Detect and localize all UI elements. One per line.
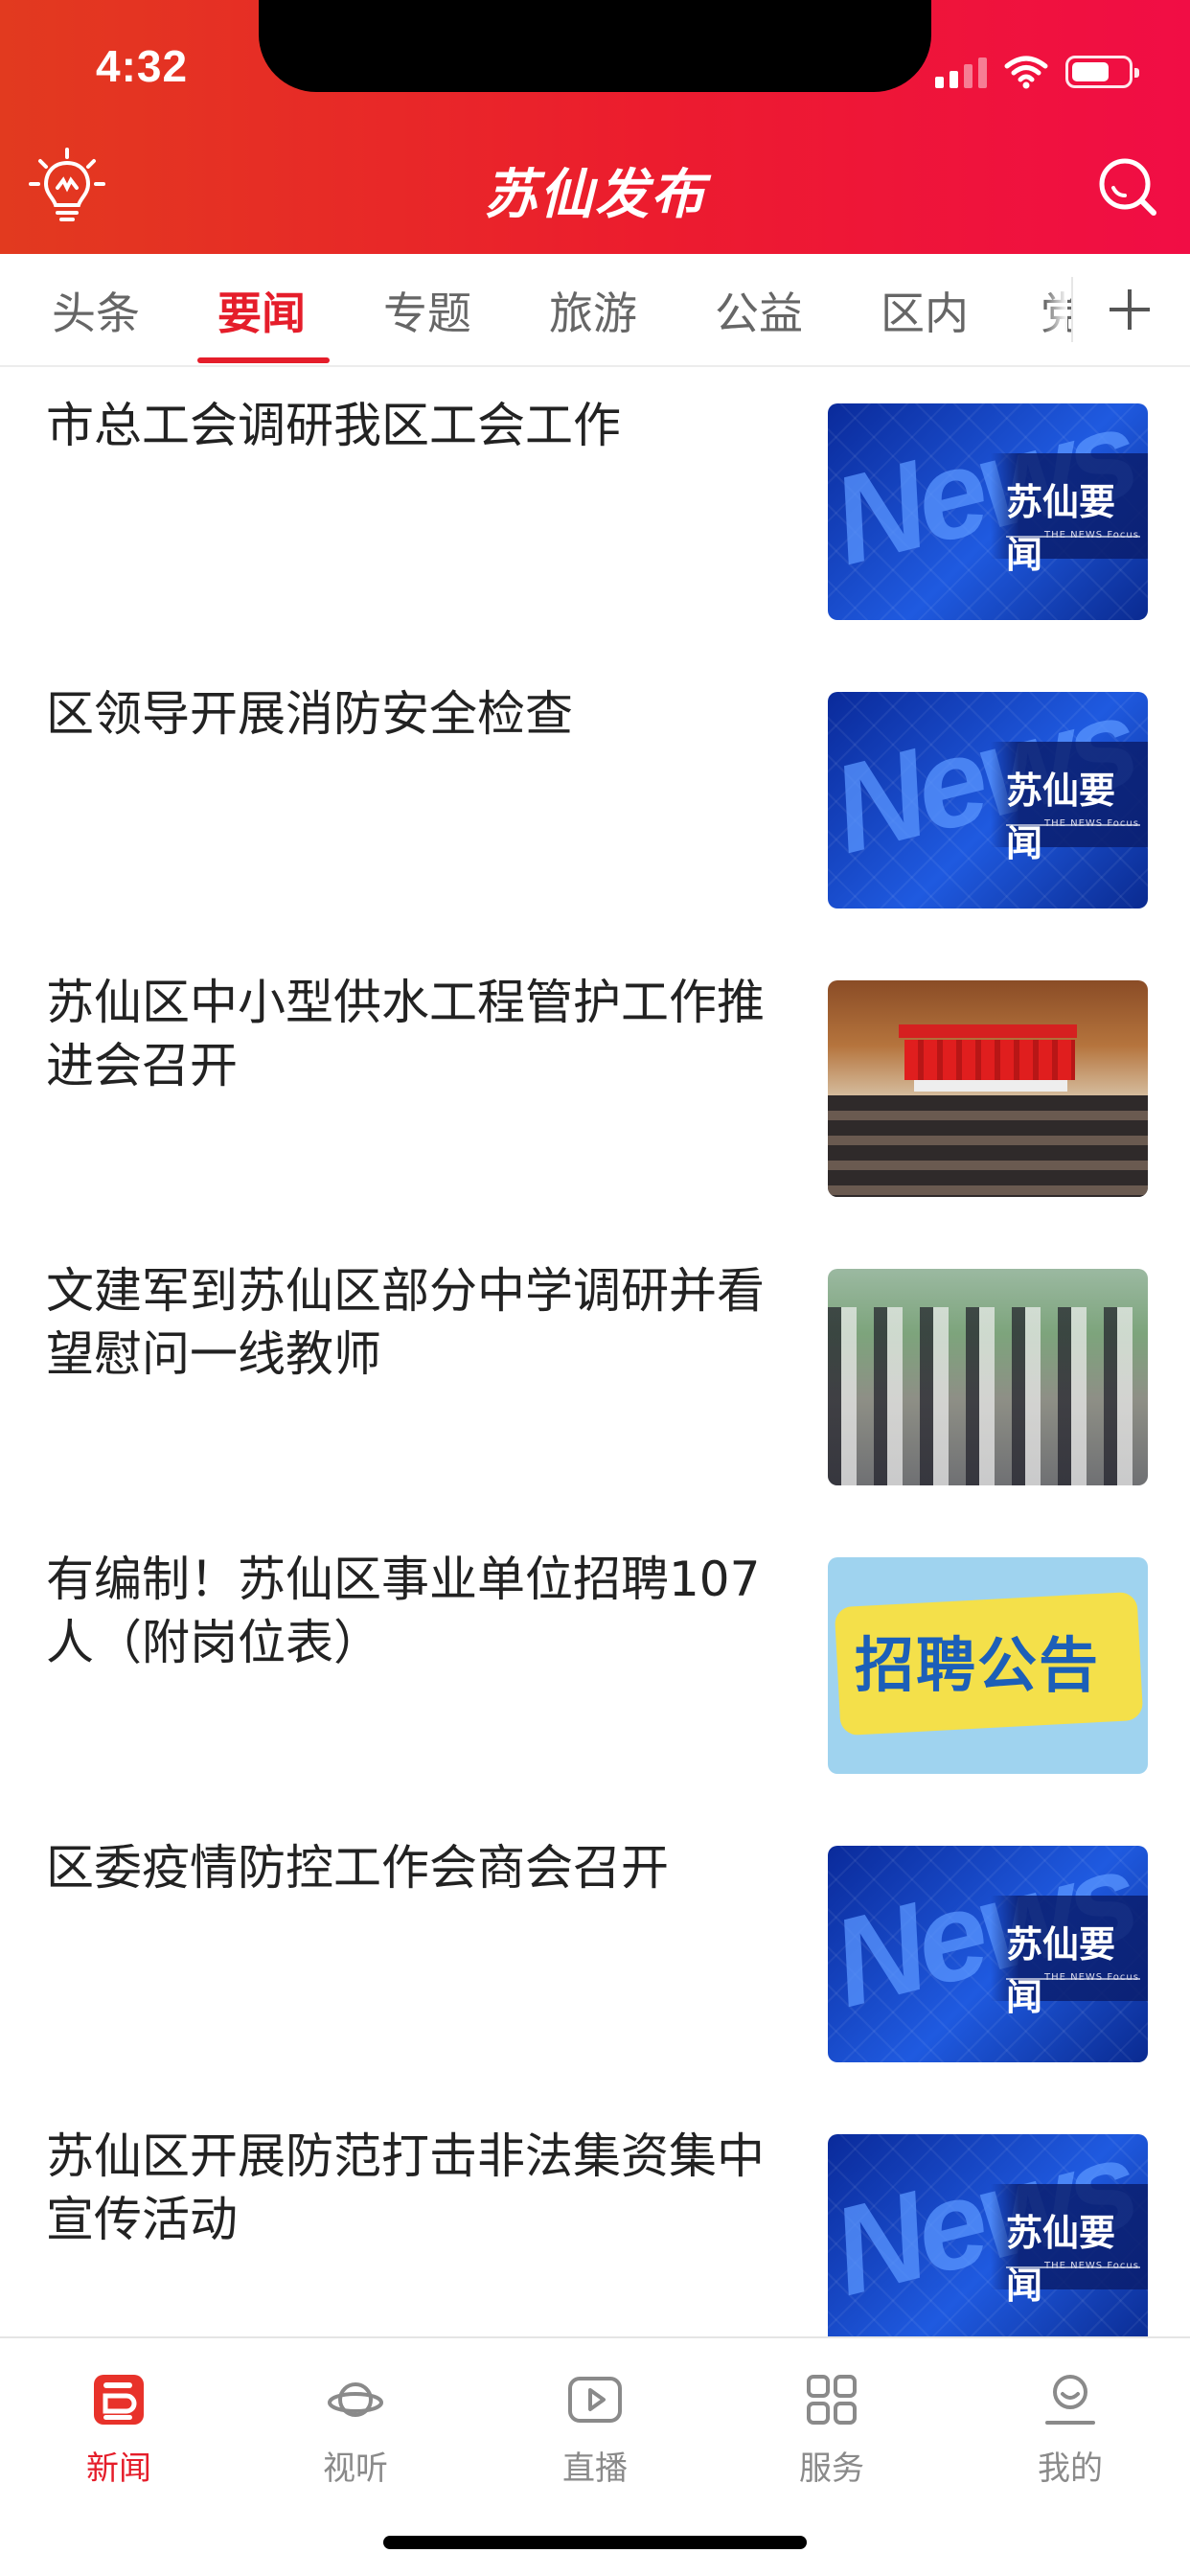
tab-lvyou[interactable]: 旅游 bbox=[543, 279, 643, 356]
status-time: 4:32 bbox=[96, 41, 189, 91]
recruitment-thumbnail: 招聘公告 bbox=[828, 1557, 1148, 1774]
tab-zhuanti[interactable]: 专题 bbox=[378, 279, 477, 356]
nav-label: 我的 bbox=[1038, 2450, 1103, 2488]
news-title: 有编制！苏仙区事业单位招聘107人（附岗位表） bbox=[46, 1552, 761, 1670]
news-title: 苏仙区中小型供水工程管护工作推进会召开 bbox=[46, 975, 765, 1093]
nav-label: 视听 bbox=[323, 2450, 388, 2488]
list-item[interactable]: 市总工会调研我区工会工作 News 苏仙要闻 THE NEWS Focus bbox=[0, 367, 1190, 656]
list-item[interactable]: 有编制！苏仙区事业单位招聘107人（附岗位表） 招聘公告 bbox=[0, 1521, 1190, 1809]
list-item[interactable]: 区委疫情防控工作会商会召开 News 苏仙要闻 THE NEWS Focus bbox=[0, 1809, 1190, 2098]
news-list: 市总工会调研我区工会工作 News 苏仙要闻 THE NEWS Focus 区领… bbox=[0, 367, 1190, 2336]
tab-toutiao[interactable]: 头条 bbox=[46, 279, 146, 356]
list-item[interactable]: 文建军到苏仙区部分中学调研并看望慰问一线教师 bbox=[0, 1232, 1190, 1521]
planet-icon bbox=[328, 2382, 383, 2417]
cellular-signal-icon bbox=[935, 56, 987, 88]
user-icon bbox=[1045, 2375, 1095, 2425]
news-title: 区委疫情防控工作会商会召开 bbox=[46, 1840, 669, 1896]
wifi-icon bbox=[1004, 56, 1048, 89]
list-item[interactable]: 区领导开展消防安全检查 News 苏仙要闻 THE NEWS Focus bbox=[0, 656, 1190, 944]
news-thumbnail: News 苏仙要闻 THE NEWS Focus bbox=[828, 1846, 1148, 2062]
news-thumbnail: News 苏仙要闻 THE NEWS Focus bbox=[828, 692, 1148, 908]
app-title: 苏仙发布 bbox=[484, 164, 706, 226]
news-title: 区领导开展消防安全检查 bbox=[46, 686, 573, 742]
tab-yaowen[interactable]: 要闻 bbox=[212, 279, 311, 356]
tab-qunei[interactable]: 区内 bbox=[875, 279, 974, 356]
news-icon bbox=[94, 2375, 144, 2425]
nav-mine[interactable]: 我的 bbox=[994, 2354, 1147, 2497]
news-thumbnail: News 苏仙要闻 THE NEWS Focus bbox=[828, 403, 1148, 620]
battery-icon bbox=[1065, 56, 1139, 88]
search-icon[interactable] bbox=[1096, 155, 1159, 218]
active-tab-indicator bbox=[197, 357, 330, 363]
play-icon bbox=[568, 2377, 622, 2423]
nav-label: 直播 bbox=[562, 2450, 628, 2488]
news-title: 苏仙区开展防范打击非法集资集中宣传活动 bbox=[46, 2128, 765, 2247]
inspection-photo-thumbnail bbox=[828, 1269, 1148, 1485]
add-tab-button[interactable] bbox=[1071, 254, 1190, 365]
nav-label: 新闻 bbox=[86, 2450, 151, 2488]
news-title: 市总工会调研我区工会工作 bbox=[46, 398, 621, 453]
news-thumbnail: News 苏仙要闻 THE NEWS Focus bbox=[828, 2134, 1148, 2336]
nav-label: 服务 bbox=[799, 2450, 864, 2488]
category-tabs: 头条 要闻 专题 旅游 公益 区内 党 bbox=[0, 254, 1190, 367]
grid-icon bbox=[807, 2375, 857, 2425]
nav-shiting[interactable]: 视听 bbox=[279, 2354, 432, 2497]
nav-services[interactable]: 服务 bbox=[755, 2354, 908, 2497]
tab-gongyi[interactable]: 公益 bbox=[709, 279, 809, 356]
header-bar: 4:32 苏仙发布 bbox=[0, 0, 1190, 254]
home-indicator[interactable] bbox=[383, 2536, 807, 2549]
device-notch bbox=[259, 0, 931, 92]
list-item[interactable]: 苏仙区中小型供水工程管护工作推进会召开 bbox=[0, 944, 1190, 1232]
list-item[interactable]: 苏仙区开展防范打击非法集资集中宣传活动 News 苏仙要闻 THE NEWS F… bbox=[0, 2098, 1190, 2336]
status-icons bbox=[935, 50, 1139, 94]
meeting-photo-thumbnail bbox=[828, 980, 1148, 1197]
nav-live[interactable]: 直播 bbox=[518, 2354, 672, 2497]
nav-news[interactable]: 新闻 bbox=[42, 2354, 195, 2497]
news-title: 文建军到苏仙区部分中学调研并看望慰问一线教师 bbox=[46, 1263, 765, 1382]
